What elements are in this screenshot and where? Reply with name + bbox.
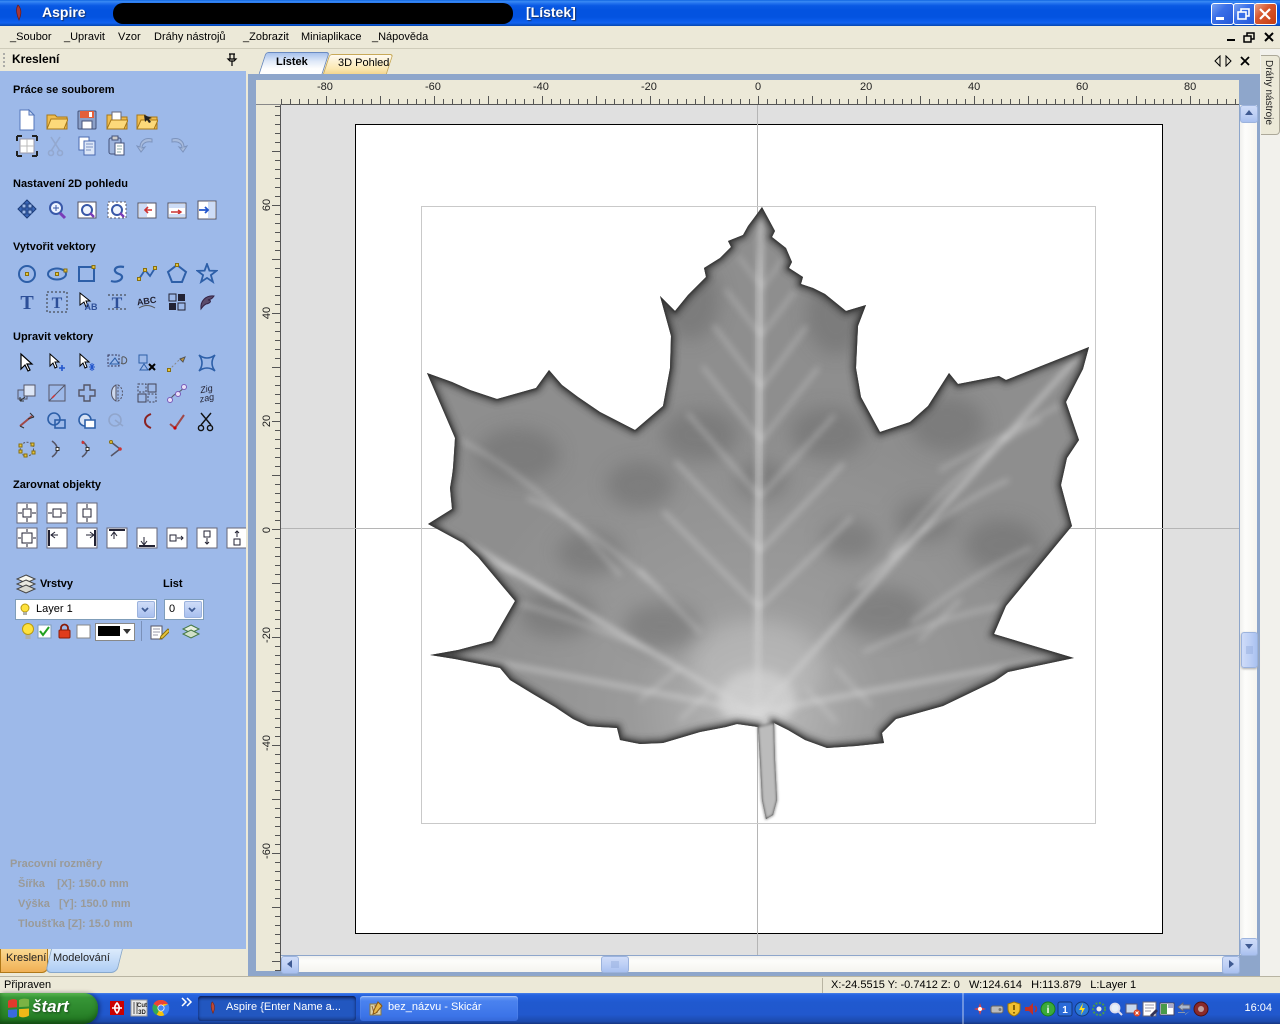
- svg-text:i: i: [1047, 1005, 1050, 1016]
- svg-text:T: T: [20, 292, 34, 313]
- svg-text:zag: zag: [198, 392, 215, 404]
- svg-text:T: T: [112, 295, 123, 312]
- svg-text:T: T: [52, 295, 63, 312]
- svg-text:1: 1: [1062, 1005, 1068, 1016]
- svg-text:Cut: Cut: [137, 1003, 147, 1009]
- svg-text:AB: AB: [85, 302, 98, 312]
- svg-text:3D: 3D: [138, 1010, 146, 1016]
